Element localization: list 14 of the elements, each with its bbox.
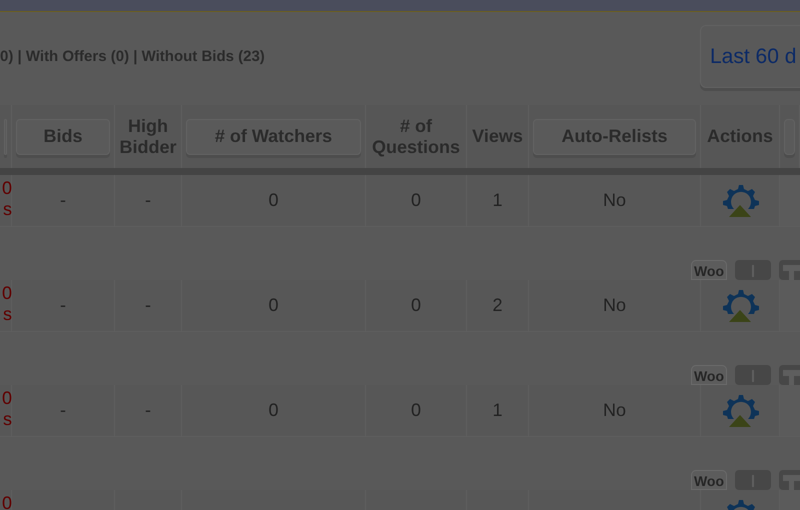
table-cell: 0	[2, 283, 12, 304]
table-cell: 0	[2, 178, 12, 199]
date-range-button[interactable]: Last 60 d	[700, 25, 800, 88]
table-cell: 0	[2, 388, 12, 409]
table-cell-text: -	[145, 399, 151, 422]
table-cell: s	[3, 409, 12, 430]
table-cell-text: -	[60, 189, 66, 212]
table-cell-text: -	[145, 294, 151, 317]
table-cell-text: -	[60, 294, 66, 317]
table-cell-text: -	[145, 189, 151, 212]
table-cell-text: -	[60, 399, 66, 422]
table-cell: s	[3, 304, 12, 325]
table-cell: 0	[2, 493, 12, 510]
table-cell: s	[3, 199, 12, 220]
